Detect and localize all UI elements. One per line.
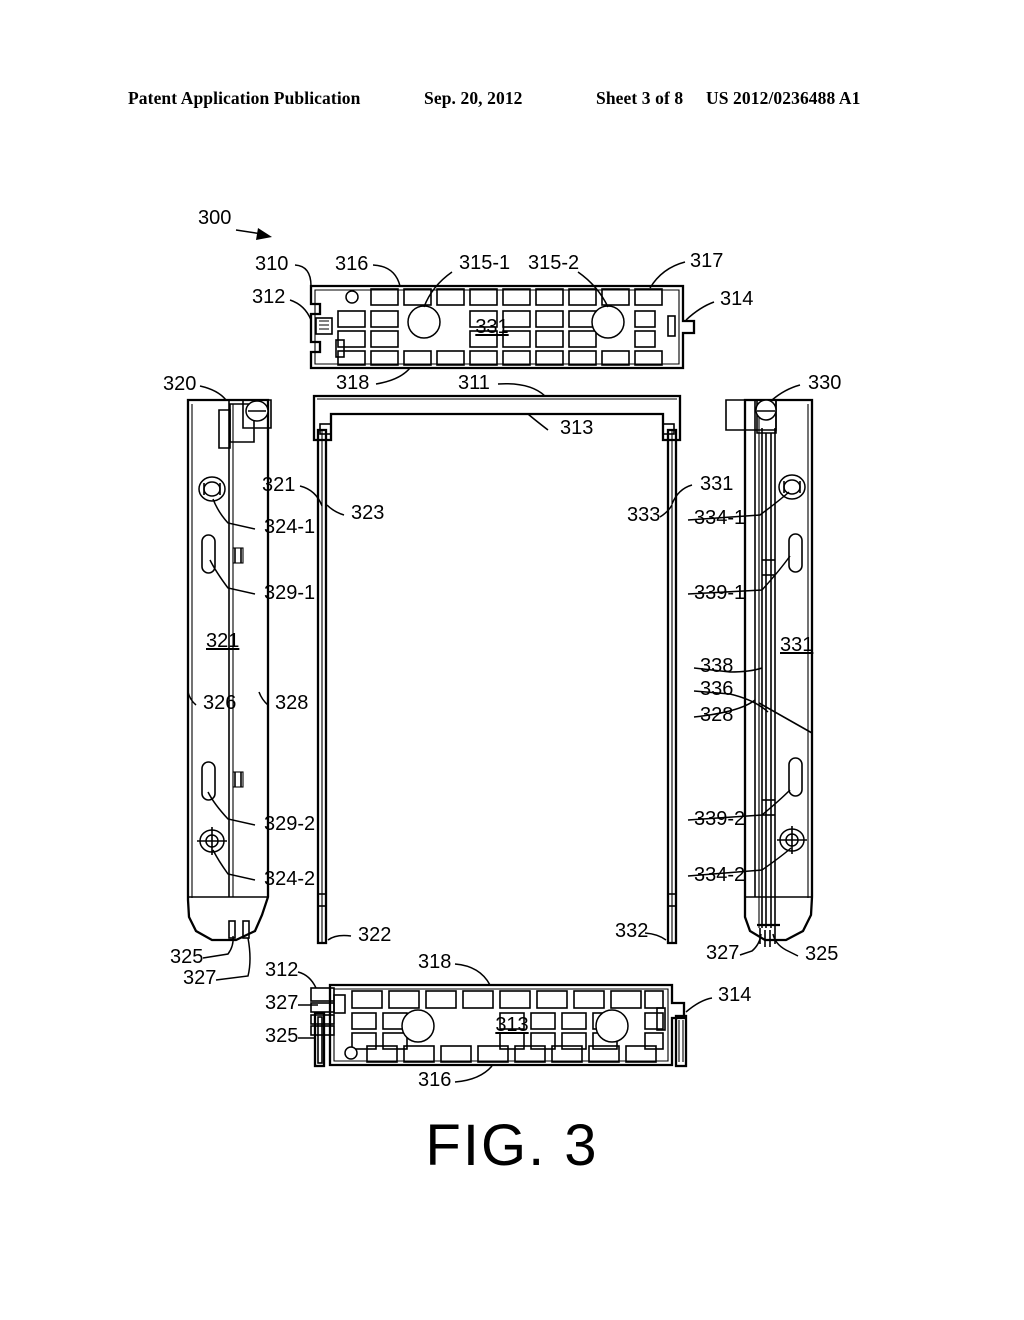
callout-331-underlined: 331 — [780, 634, 813, 656]
right-screw-334-2 — [777, 826, 807, 854]
center-frame-311 — [312, 394, 682, 945]
callout-316-top: 316 — [335, 253, 368, 275]
callout-327-right: 327 — [706, 942, 739, 964]
callout-327-left: 327 — [183, 967, 216, 989]
callout-320: 320 — [163, 373, 196, 395]
callout-313-bottom-inner: 313 — [495, 1014, 528, 1036]
callout-324-2: 324-2 — [264, 868, 315, 890]
callout-328-left: 328 — [275, 692, 308, 714]
right-slot-339-1 — [788, 533, 803, 573]
callout-334-1: 334-1 — [694, 507, 745, 529]
callout-311-frame: 311 — [458, 372, 490, 394]
left-screw-324-2 — [197, 827, 227, 855]
callout-325-right: 325 — [805, 943, 838, 965]
callout-321: 321 — [262, 474, 295, 496]
left-slot-329-1 — [201, 534, 216, 574]
figure-caption: FIG. 3 — [425, 1113, 599, 1178]
callout-338: 338 — [700, 655, 733, 677]
callout-314-bottom: 314 — [718, 984, 751, 1006]
callout-332: 332 — [615, 920, 648, 942]
callout-321-underlined: 321 — [206, 630, 239, 652]
callout-325-bottom: 325 — [265, 1025, 298, 1047]
callout-318-top: 318 — [336, 372, 369, 394]
callout-327-bottom: 327 — [265, 992, 298, 1014]
callout-312-bottom: 312 — [265, 959, 298, 981]
callout-336: 336 — [700, 678, 733, 700]
callout-328-right: 328 — [700, 704, 733, 726]
left-pin-325 — [228, 920, 236, 939]
callout-322: 322 — [358, 924, 391, 946]
assembly-arrow-300 — [235, 228, 272, 240]
callout-329-2: 329-2 — [264, 813, 315, 835]
left-screw-324-1 — [198, 476, 226, 502]
callout-312-top: 312 — [252, 286, 285, 308]
callout-300: 300 — [198, 207, 231, 229]
callout-339-1: 339-1 — [694, 582, 745, 604]
callout-310: 310 — [255, 253, 288, 275]
callout-329-1: 329-1 — [264, 582, 315, 604]
callout-315-1: 315-1 — [459, 252, 510, 274]
callout-331: 331 — [700, 473, 733, 495]
callout-labels: 300 310 316 315-1 315-2 317 312 314 318 … — [163, 207, 841, 1091]
left-bracket-320 — [186, 398, 272, 942]
callout-326: 326 — [203, 692, 236, 714]
callout-318-bottom: 318 — [418, 951, 451, 973]
callout-313-frame: 313 — [560, 417, 593, 439]
callout-314-top: 314 — [720, 288, 753, 310]
callout-324-1: 324-1 — [264, 516, 315, 538]
callout-315-2: 315-2 — [528, 252, 579, 274]
callout-334-2: 334-2 — [694, 864, 745, 886]
callout-323: 323 — [351, 502, 384, 524]
right-slot-339-2 — [788, 757, 803, 797]
callout-330: 330 — [808, 372, 841, 394]
patent-sheet: Patent Application Publication Sep. 20, … — [0, 0, 1024, 1320]
callout-316-bottom: 316 — [418, 1069, 451, 1091]
right-screw-334-1 — [778, 474, 806, 500]
top-panel-hole-315-2 — [591, 305, 625, 339]
callout-333: 333 — [627, 504, 660, 526]
top-panel-hole-315-1 — [407, 305, 441, 339]
callout-317: 317 — [690, 250, 723, 272]
callout-311-top-inner: 331 — [475, 316, 508, 338]
callout-339-2: 339-2 — [694, 808, 745, 830]
callout-325-left: 325 — [170, 946, 203, 968]
